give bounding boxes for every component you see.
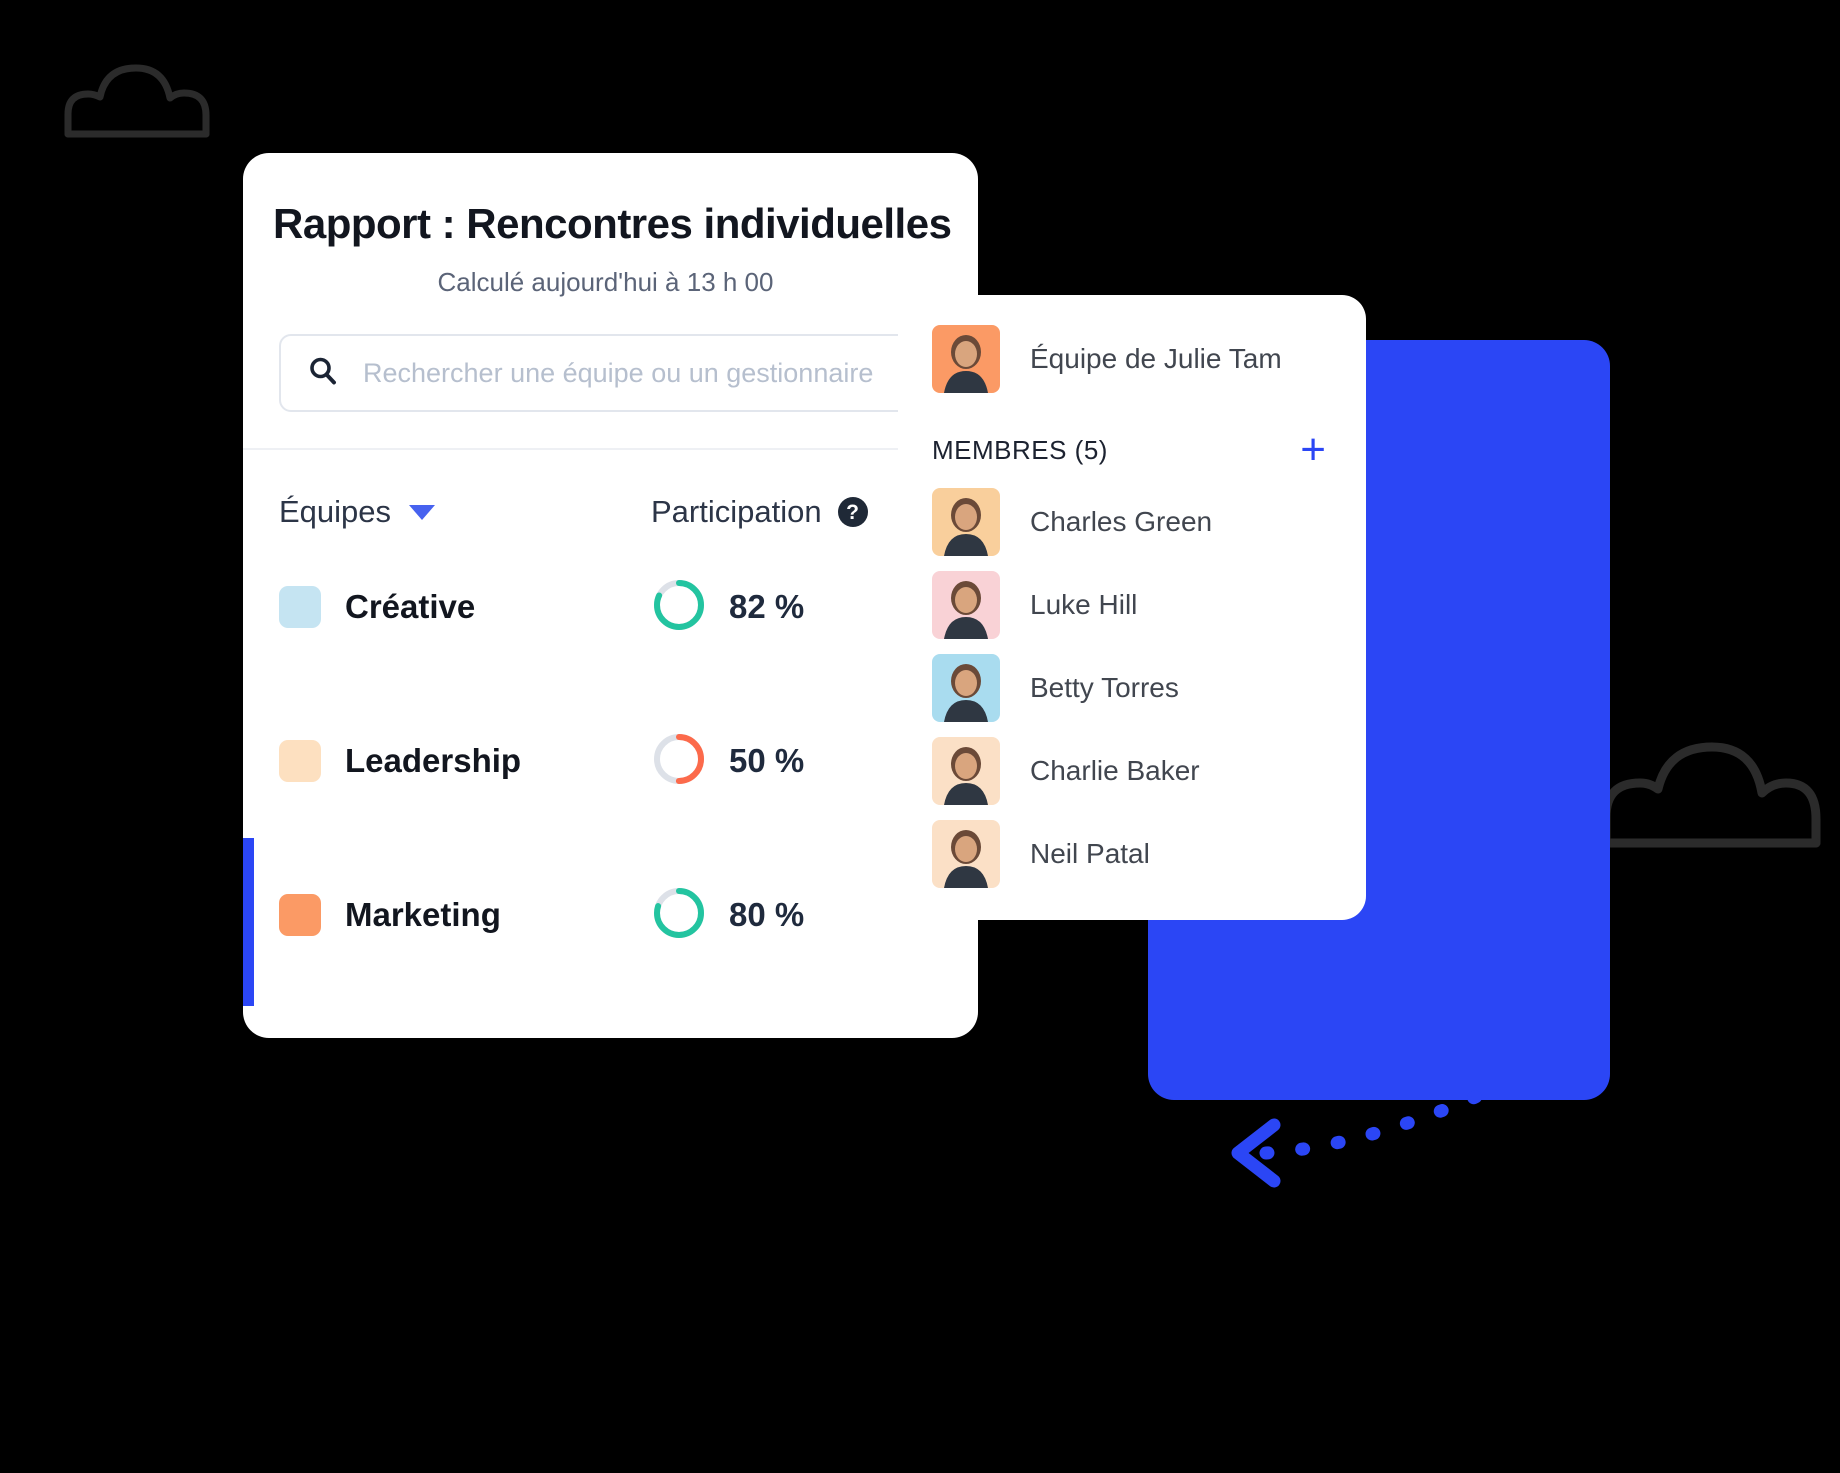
member-name: Betty Torres — [1030, 671, 1179, 703]
cell-participation: 80 % — [651, 885, 804, 946]
help-icon[interactable]: ? — [837, 497, 868, 528]
search-input[interactable] — [363, 357, 951, 389]
team-name: Créative — [345, 588, 476, 626]
julie-tam-avatar — [932, 325, 1000, 393]
avatar — [932, 653, 1000, 722]
members-header: MEMBRES (5) + — [932, 427, 1332, 472]
canvas: Rapport : Rencontres individuelles Calcu… — [0, 0, 1840, 1473]
column-label-teams: Équipes — [279, 494, 392, 530]
list-item[interactable]: Betty Torres — [932, 646, 1332, 729]
participation-donut-icon — [651, 577, 707, 638]
teams-table-body: Créative 82 % Leadership 50 % Marketing 80 % — [243, 530, 978, 1007]
list-item[interactable]: Charles Green — [932, 480, 1332, 563]
report-card: Rapport : Rencontres individuelles Calcu… — [243, 153, 978, 1038]
search-field[interactable] — [279, 334, 978, 413]
list-item[interactable]: Neil Patal — [932, 812, 1332, 895]
participation-value: 50 % — [729, 742, 805, 780]
cell-participation: 50 % — [651, 731, 804, 792]
search-icon — [307, 355, 339, 392]
column-header-participation: Participation ? — [651, 494, 868, 530]
cloud-icon — [1600, 735, 1840, 855]
add-member-button[interactable]: + — [1294, 427, 1332, 472]
members-count-label: MEMBRES (5) — [932, 435, 1108, 465]
participation-donut-icon — [651, 731, 707, 792]
cell-team: Leadership — [279, 740, 651, 783]
participation-value: 80 % — [729, 896, 805, 934]
cell-participation: 82 % — [651, 577, 804, 638]
team-title: Équipe de Julie Tam — [1030, 343, 1282, 374]
table-header-row: Équipes Participation ? — [243, 450, 978, 530]
team-header: Équipe de Julie Tam — [932, 325, 1332, 393]
list-item[interactable]: Charlie Baker — [932, 729, 1332, 812]
team-color-swatch — [279, 586, 321, 629]
table-row[interactable]: Marketing 80 % — [243, 838, 978, 1007]
dotted-arrow-left-icon — [1030, 1085, 1490, 1245]
avatar — [932, 736, 1000, 805]
chevron-down-icon[interactable] — [409, 504, 436, 520]
members-list: Charles Green Luke Hill Betty Torres Charli… — [932, 480, 1332, 895]
column-label-participation: Participation — [651, 494, 822, 530]
participation-donut-icon — [651, 885, 707, 946]
avatar — [932, 487, 1000, 556]
member-name: Charles Green — [1030, 505, 1213, 537]
table-row[interactable]: Leadership 50 % — [243, 684, 978, 838]
report-header: Rapport : Rencontres individuelles Calcu… — [243, 153, 978, 298]
list-item[interactable]: Luke Hill — [932, 563, 1332, 646]
participation-value: 82 % — [729, 588, 805, 626]
table-row[interactable]: Créative 82 % — [243, 530, 978, 684]
page-title: Rapport : Rencontres individuelles — [273, 200, 952, 247]
cloud-icon — [60, 58, 220, 142]
team-color-swatch — [279, 740, 321, 783]
cell-team: Marketing — [279, 894, 651, 937]
avatar — [932, 570, 1000, 639]
member-name: Charlie Baker — [1030, 754, 1200, 786]
team-detail-panel: Équipe de Julie Tam MEMBRES (5) + Charle… — [898, 295, 1366, 920]
member-name: Luke Hill — [1030, 588, 1138, 620]
avatar — [932, 819, 1000, 888]
team-name: Marketing — [345, 896, 501, 934]
column-header-teams[interactable]: Équipes — [279, 494, 651, 530]
cell-team: Créative — [279, 586, 651, 629]
team-name: Leadership — [345, 742, 522, 780]
calculated-timestamp: Calculé aujourd'hui à 13 h 00 — [437, 267, 774, 298]
member-name: Neil Patal — [1030, 837, 1150, 869]
team-color-swatch — [279, 894, 321, 937]
